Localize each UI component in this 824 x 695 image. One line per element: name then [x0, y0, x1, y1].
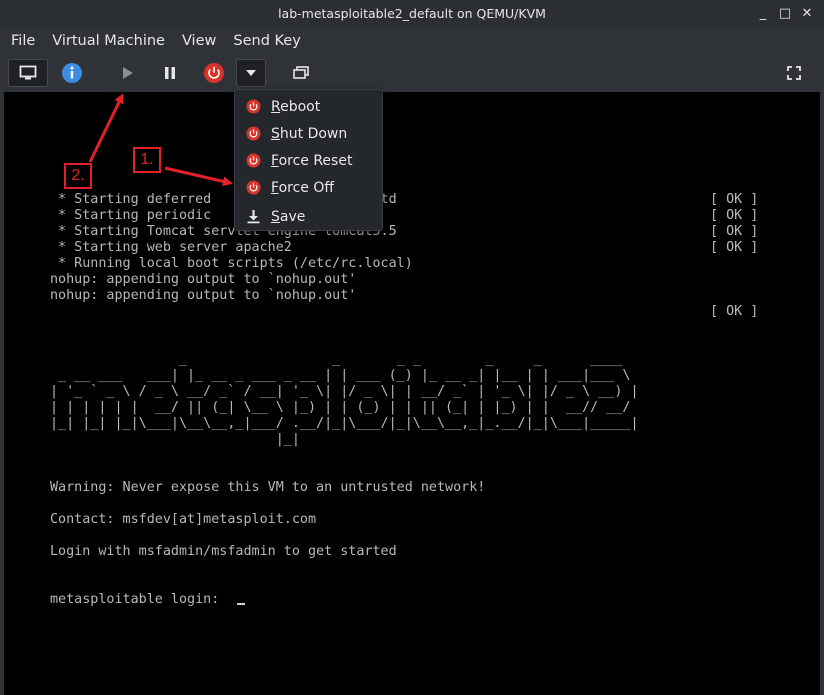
shutdown-menu: Reboot Shut Down Force Reset Force Off S… — [234, 89, 383, 231]
console-ok-status: [ OK ] — [710, 304, 759, 319]
pause-icon — [165, 67, 175, 79]
menu-item-label: Force Off — [271, 179, 335, 196]
menu-item-shut-down[interactable]: Shut Down — [235, 120, 382, 147]
snapshots-button[interactable] — [288, 59, 314, 87]
power-icon — [246, 180, 261, 195]
console-ok-status: [ OK ] — [710, 192, 759, 207]
menu-file[interactable]: File — [11, 31, 35, 51]
console-line: nohup: appending output to `nohup.out' — [50, 272, 357, 287]
window-controls: _ □ ✕ — [752, 0, 818, 27]
pause-button[interactable] — [158, 59, 182, 87]
console-line: |_| — [50, 432, 300, 447]
title-bar: lab-metasploitable2_default on QEMU/KVM … — [0, 0, 824, 27]
vm-console-screen[interactable]: * Starting deferred ler atd * Starting p… — [4, 92, 820, 695]
toolbar — [0, 55, 824, 92]
show-console-button[interactable] — [8, 59, 48, 87]
console-line: | '_ ` _ \ / _ \ __/ _` / __| '_ \| |/ _… — [50, 384, 639, 399]
monitor-icon — [19, 65, 37, 80]
vm-window: lab-metasploitable2_default on QEMU/KVM … — [0, 0, 824, 695]
power-icon — [246, 153, 261, 168]
power-icon — [246, 99, 261, 114]
menu-item-label: Reboot — [271, 98, 321, 115]
console-line: metasploitable login: — [50, 592, 639, 608]
console-line: |_| |_| |_|\___|\__\__,_|___/ .__/|_|\__… — [50, 416, 639, 431]
console-line: * Starting web server apache2 — [50, 240, 292, 255]
console-ok-status — [710, 288, 758, 304]
run-button[interactable] — [116, 59, 140, 87]
menu-virtual-machine[interactable]: Virtual Machine — [52, 31, 165, 51]
menu-item-force-off[interactable]: Force Off — [235, 174, 382, 201]
menu-bar: File Virtual Machine View Send Key — [0, 27, 824, 55]
shutdown-button[interactable] — [201, 59, 227, 87]
details-button[interactable] — [58, 59, 86, 87]
download-icon — [247, 210, 260, 224]
console-status-column: [ OK ][ OK ][ OK ][ OK ][ OK ] — [710, 192, 758, 320]
window-title: lab-metasploitable2_default on QEMU/KVM — [278, 6, 546, 21]
maximize-button[interactable]: □ — [774, 3, 796, 25]
power-icon — [204, 63, 224, 83]
console-ok-status — [710, 256, 758, 272]
menu-item-label: Force Reset — [271, 152, 353, 169]
clone-icon — [293, 66, 309, 79]
console-line: Contact: msfdev[at]metasploit.com — [50, 512, 317, 527]
close-button[interactable]: ✕ — [796, 3, 818, 25]
annotation-label-1: 1. — [133, 147, 161, 173]
console-line: _ _ _ _ _ _ ____ — [50, 352, 623, 367]
fullscreen-button[interactable] — [782, 59, 806, 87]
play-icon — [123, 67, 133, 79]
power-icon — [246, 126, 261, 141]
console-ok-status: [ OK ] — [710, 240, 759, 255]
console-ok-status: [ OK ] — [710, 224, 759, 239]
menu-view[interactable]: View — [182, 31, 216, 51]
fullscreen-icon — [787, 66, 801, 80]
menu-item-label: Save — [271, 208, 306, 225]
console-line: * Running local boot scripts (/etc/rc.lo… — [50, 256, 413, 271]
minimize-button[interactable]: _ — [752, 3, 774, 25]
menu-item-reboot[interactable]: Reboot — [235, 93, 382, 120]
console-ok-status: [ OK ] — [710, 208, 759, 223]
menu-send-key[interactable]: Send Key — [233, 31, 300, 51]
menu-item-save[interactable]: Save — [235, 203, 382, 230]
console-line: Login with msfadmin/msfadmin to get star… — [50, 544, 397, 559]
console-line: | | | | | | __/ || (_| \__ \ |_) | | (_)… — [50, 400, 631, 415]
text-cursor — [237, 603, 246, 605]
console-output: * Starting deferred ler atd * Starting p… — [50, 192, 639, 608]
info-icon — [62, 63, 82, 83]
console-line: nohup: appending output to `nohup.out' — [50, 288, 357, 303]
annotation-label-2: 2. — [64, 163, 92, 189]
menu-item-label: Shut Down — [271, 125, 348, 142]
console-ok-status — [710, 272, 758, 288]
menu-item-force-reset[interactable]: Force Reset — [235, 147, 382, 174]
shutdown-dropdown-button[interactable] — [236, 59, 266, 87]
chevron-down-icon — [246, 70, 256, 76]
console-line: _ __ ___ ___| |_ __ _ ___ _ __ | | ___ (… — [50, 368, 631, 383]
console-line: Warning: Never expose this VM to an untr… — [50, 480, 486, 495]
